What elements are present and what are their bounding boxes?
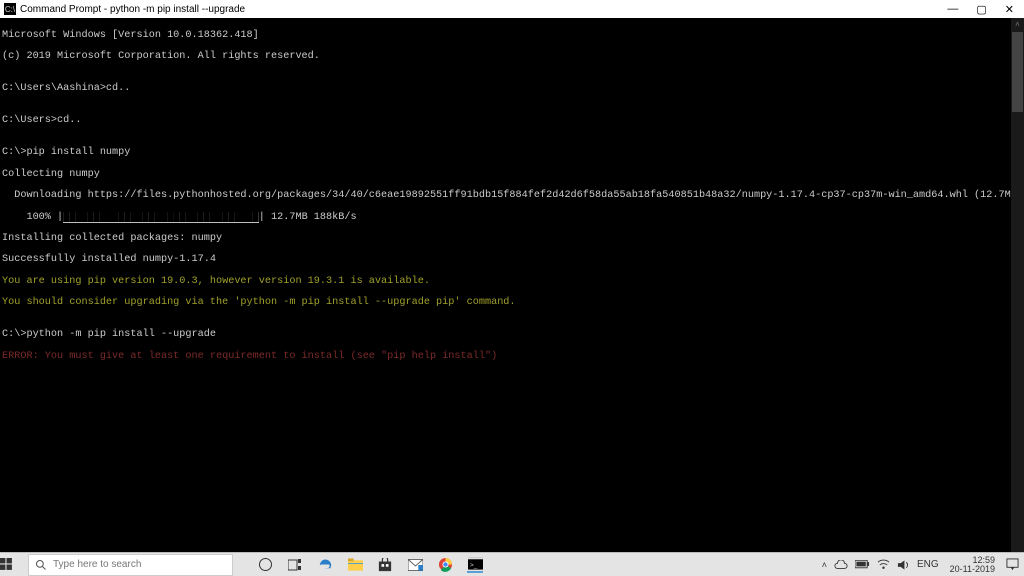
mail-icon[interactable]: [407, 557, 423, 573]
clock[interactable]: 12:59 20-11-2019: [946, 556, 999, 574]
progress-bar: ████████████████████████████████: [63, 212, 259, 223]
success-line: Successfully installed numpy-1.17.4: [2, 255, 1024, 266]
windows-logo-icon: [0, 558, 13, 571]
edge-icon[interactable]: [317, 557, 333, 573]
close-button[interactable]: ✕: [1005, 3, 1014, 16]
windows-taskbar: Type here to search >_ ˄: [0, 552, 1024, 576]
vertical-scrollbar[interactable]: ˄: [1011, 18, 1024, 552]
error-line: ERROR: You must give at least one requir…: [2, 352, 1024, 363]
svg-text:>_: >_: [469, 561, 477, 568]
tray-chevron-up-icon[interactable]: ˄: [822, 560, 827, 570]
cmd-app-icon: C:\: [4, 3, 16, 15]
file-explorer-icon[interactable]: [347, 557, 363, 573]
taskbar-search[interactable]: Type here to search: [28, 554, 233, 576]
chrome-icon[interactable]: [437, 557, 453, 573]
download-line: Downloading https://files.pythonhosted.o…: [2, 191, 1024, 202]
console-output[interactable]: Microsoft Windows [Version 10.0.18362.41…: [0, 18, 1024, 552]
prompt-pip-install: C:\>pip install numpy: [2, 148, 1024, 159]
collecting-line: Collecting numpy: [2, 170, 1024, 181]
cmd-task-icon[interactable]: >_: [467, 557, 483, 573]
volume-icon[interactable]: [897, 559, 910, 571]
pip-warn-line-2: You should consider upgrading via the 'p…: [2, 298, 1024, 309]
search-icon: [35, 559, 47, 571]
maximize-button[interactable]: ▢: [976, 3, 986, 16]
store-icon[interactable]: [377, 557, 393, 573]
window-title: Command Prompt - python -m pip install -…: [20, 4, 245, 15]
wifi-icon[interactable]: [877, 559, 890, 570]
battery-icon[interactable]: [855, 560, 870, 569]
system-tray: ˄ ENG 12:59 20-11-2019: [822, 556, 1024, 574]
scroll-up-arrow[interactable]: ˄: [1011, 18, 1024, 31]
search-placeholder: Type here to search: [53, 559, 141, 570]
installing-line: Installing collected packages: numpy: [2, 234, 1024, 245]
window-titlebar: C:\ Command Prompt - python -m pip insta…: [0, 0, 1024, 18]
scroll-thumb[interactable]: [1012, 32, 1023, 112]
task-view-icon[interactable]: [287, 557, 303, 573]
pip-warn-line-1: You are using pip version 19.0.3, howeve…: [2, 277, 1024, 288]
start-button[interactable]: [0, 558, 28, 571]
language-indicator[interactable]: ENG: [917, 559, 939, 570]
prompt-upgrade: C:\>python -m pip install --upgrade: [2, 330, 1024, 341]
minimize-button[interactable]: —: [947, 3, 958, 16]
prompt-cd2: C:\Users>cd..: [2, 116, 1024, 127]
os-version-line: Microsoft Windows [Version 10.0.18362.41…: [2, 31, 1024, 42]
progress-line: 100% |████████████████████████████████| …: [2, 213, 1024, 224]
prompt-cd1: C:\Users\Aashina>cd..: [2, 84, 1024, 95]
copyright-line: (c) 2019 Microsoft Corporation. All righ…: [2, 52, 1024, 63]
cortana-icon[interactable]: [257, 557, 273, 573]
notifications-icon[interactable]: [1006, 558, 1019, 571]
onedrive-icon[interactable]: [834, 560, 848, 570]
task-icons-group: >_: [257, 557, 483, 573]
date-text: 20-11-2019: [950, 565, 995, 574]
